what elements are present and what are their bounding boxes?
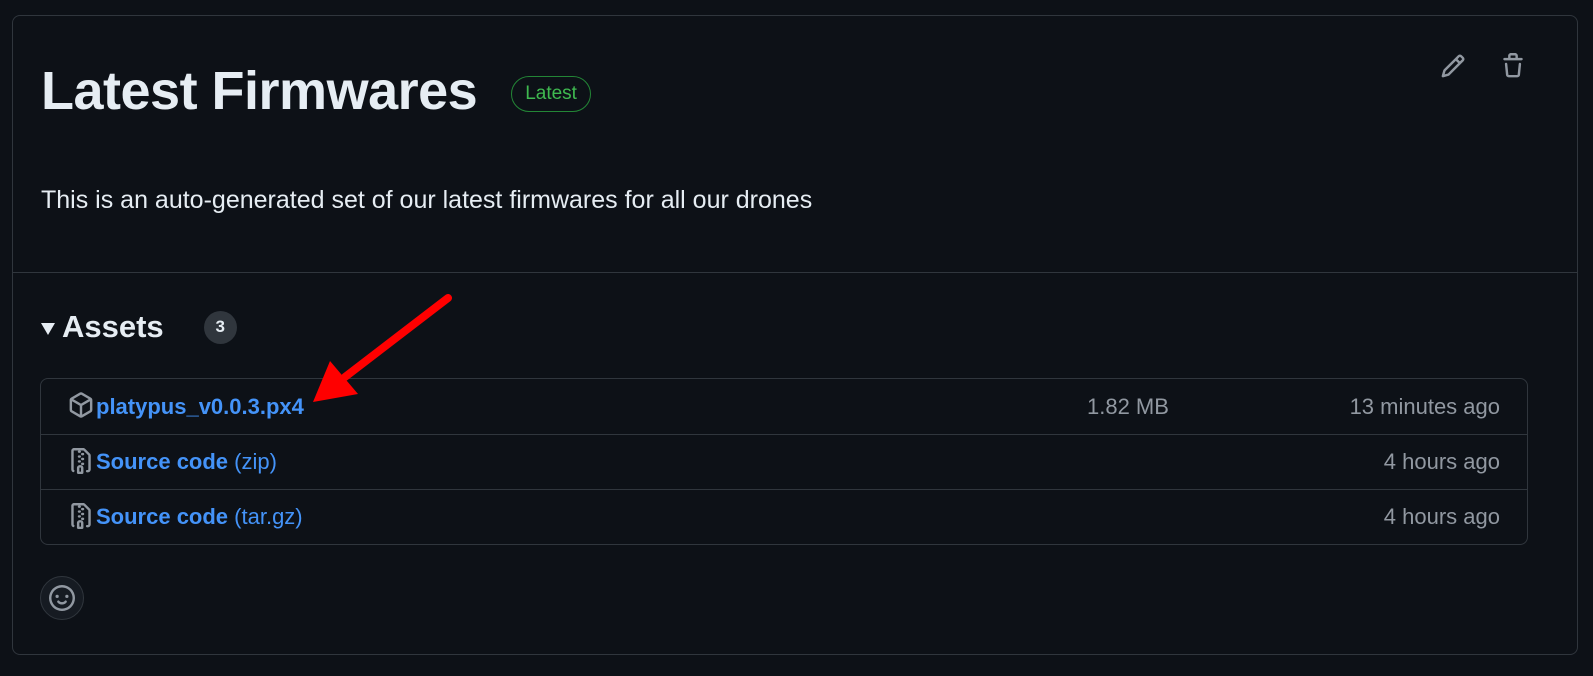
file-zip-icon	[71, 503, 91, 529]
asset-link[interactable]: platypus_v0.0.3.px4	[96, 394, 304, 420]
asset-format: (tar.gz)	[234, 504, 303, 529]
assets-label: Assets	[62, 309, 164, 344]
release-description: This is an auto-generated set of our lat…	[41, 186, 813, 214]
delete-button[interactable]	[1499, 52, 1527, 80]
package-icon	[69, 392, 93, 418]
edit-button[interactable]	[1439, 52, 1467, 80]
release-card: Latest Firmwares Latest This is an auto-…	[12, 15, 1578, 655]
file-zip-icon	[71, 448, 91, 474]
release-header: Latest Firmwares Latest	[41, 60, 591, 122]
latest-badge: Latest	[511, 76, 591, 112]
pencil-icon	[1441, 54, 1465, 78]
asset-name: platypus_v0.0.3.px4	[96, 393, 304, 419]
trash-icon	[1503, 53, 1523, 78]
asset-row: platypus_v0.0.3.px4 1.82 MB 13 minutes a…	[41, 379, 1527, 434]
asset-list: platypus_v0.0.3.px4 1.82 MB 13 minutes a…	[40, 378, 1528, 545]
asset-format: (zip)	[234, 449, 277, 474]
asset-time: 4 hours ago	[1383, 449, 1500, 474]
asset-link[interactable]: Source code (zip)	[96, 449, 277, 475]
assets-toggle[interactable]: Assets 3	[41, 309, 237, 345]
release-title[interactable]: Latest Firmwares	[41, 60, 478, 122]
section-divider	[13, 272, 1577, 273]
asset-link[interactable]: Source code (tar.gz)	[96, 504, 303, 530]
asset-row: Source code (zip) 4 hours ago	[41, 434, 1527, 489]
caret-down-icon	[41, 323, 55, 335]
asset-row: Source code (tar.gz) 4 hours ago	[41, 489, 1527, 544]
release-actions	[1439, 52, 1527, 80]
add-reaction-button[interactable]	[40, 576, 84, 620]
asset-name: Source code	[96, 504, 229, 529]
asset-time: 13 minutes ago	[1349, 393, 1500, 419]
asset-time: 4 hours ago	[1383, 504, 1500, 529]
asset-name: Source code	[96, 449, 229, 474]
asset-size: 1.82 MB	[1087, 393, 1169, 419]
smiley-icon	[49, 585, 75, 611]
assets-count-badge: 3	[203, 310, 237, 344]
